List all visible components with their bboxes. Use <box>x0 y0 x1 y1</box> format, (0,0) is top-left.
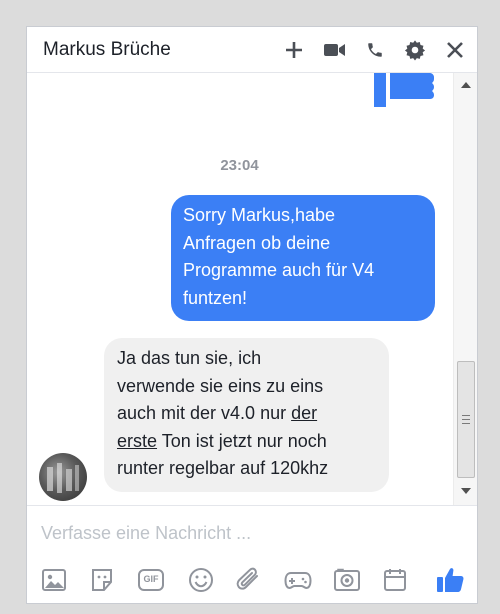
phone-icon[interactable] <box>363 38 387 62</box>
chat-window: Markus Brüche 23:04 Sorry Markus,habe An… <box>26 26 478 604</box>
chat-header: Markus Brüche <box>27 27 477 73</box>
message-link[interactable]: erste <box>117 431 157 451</box>
thumbs-up-icon <box>372 73 434 111</box>
contact-name[interactable]: Markus Brüche <box>43 39 171 61</box>
emoji-icon[interactable] <box>186 565 216 595</box>
scrollbar-thumb[interactable] <box>457 361 475 478</box>
message-line: Programme auch für V4 <box>183 260 375 280</box>
scrollbar[interactable] <box>453 73 477 505</box>
like-icon[interactable] <box>435 565 465 595</box>
avatar[interactable] <box>39 453 87 501</box>
message-timestamp: 23:04 <box>220 157 259 174</box>
camera-icon[interactable] <box>332 565 362 595</box>
message-line: Sorry Markus,habe <box>183 205 336 225</box>
message-line: runter regelbar auf 120khz <box>117 458 329 478</box>
attachment-icon[interactable] <box>234 565 264 595</box>
message-line: Anfragen ob deine <box>183 232 331 253</box>
gif-icon[interactable]: GIF <box>136 565 166 595</box>
plus-icon[interactable] <box>282 38 306 62</box>
scroll-down-arrow-icon[interactable] <box>459 485 473 497</box>
composer-toolbar: GIF <box>27 559 477 603</box>
message-line: erste Ton ist jetzt nur noch <box>117 428 376 456</box>
photo-icon[interactable] <box>39 565 69 595</box>
message-line: Ja das tun sie, ich <box>117 348 262 368</box>
message-thread: 23:04 Sorry Markus,habe Anfragen ob dein… <box>27 73 452 505</box>
outgoing-message: Sorry Markus,habe Anfragen ob deine Prog… <box>171 195 435 321</box>
message-text: Ton ist jetzt nur noch <box>157 430 327 451</box>
sticker-icon[interactable] <box>87 565 117 595</box>
message-text: auch mit der v4.0 nur <box>117 403 292 423</box>
message-line: verwende sie eins zu eins <box>117 375 324 396</box>
game-icon[interactable] <box>283 565 313 595</box>
scroll-up-arrow-icon[interactable] <box>459 79 473 91</box>
message-link[interactable]: der <box>291 403 317 423</box>
gear-icon[interactable] <box>403 38 427 62</box>
close-icon[interactable] <box>443 38 467 62</box>
message-input[interactable] <box>39 518 463 548</box>
message-line: auch mit der v4.0 nur der <box>117 400 376 428</box>
video-camera-icon[interactable] <box>323 38 347 62</box>
incoming-message: Ja das tun sie, ich verwende sie eins zu… <box>104 338 389 492</box>
message-line: funtzen! <box>183 287 248 308</box>
composer <box>27 505 477 559</box>
gif-label: GIF <box>143 574 159 584</box>
calendar-icon[interactable] <box>380 565 410 595</box>
